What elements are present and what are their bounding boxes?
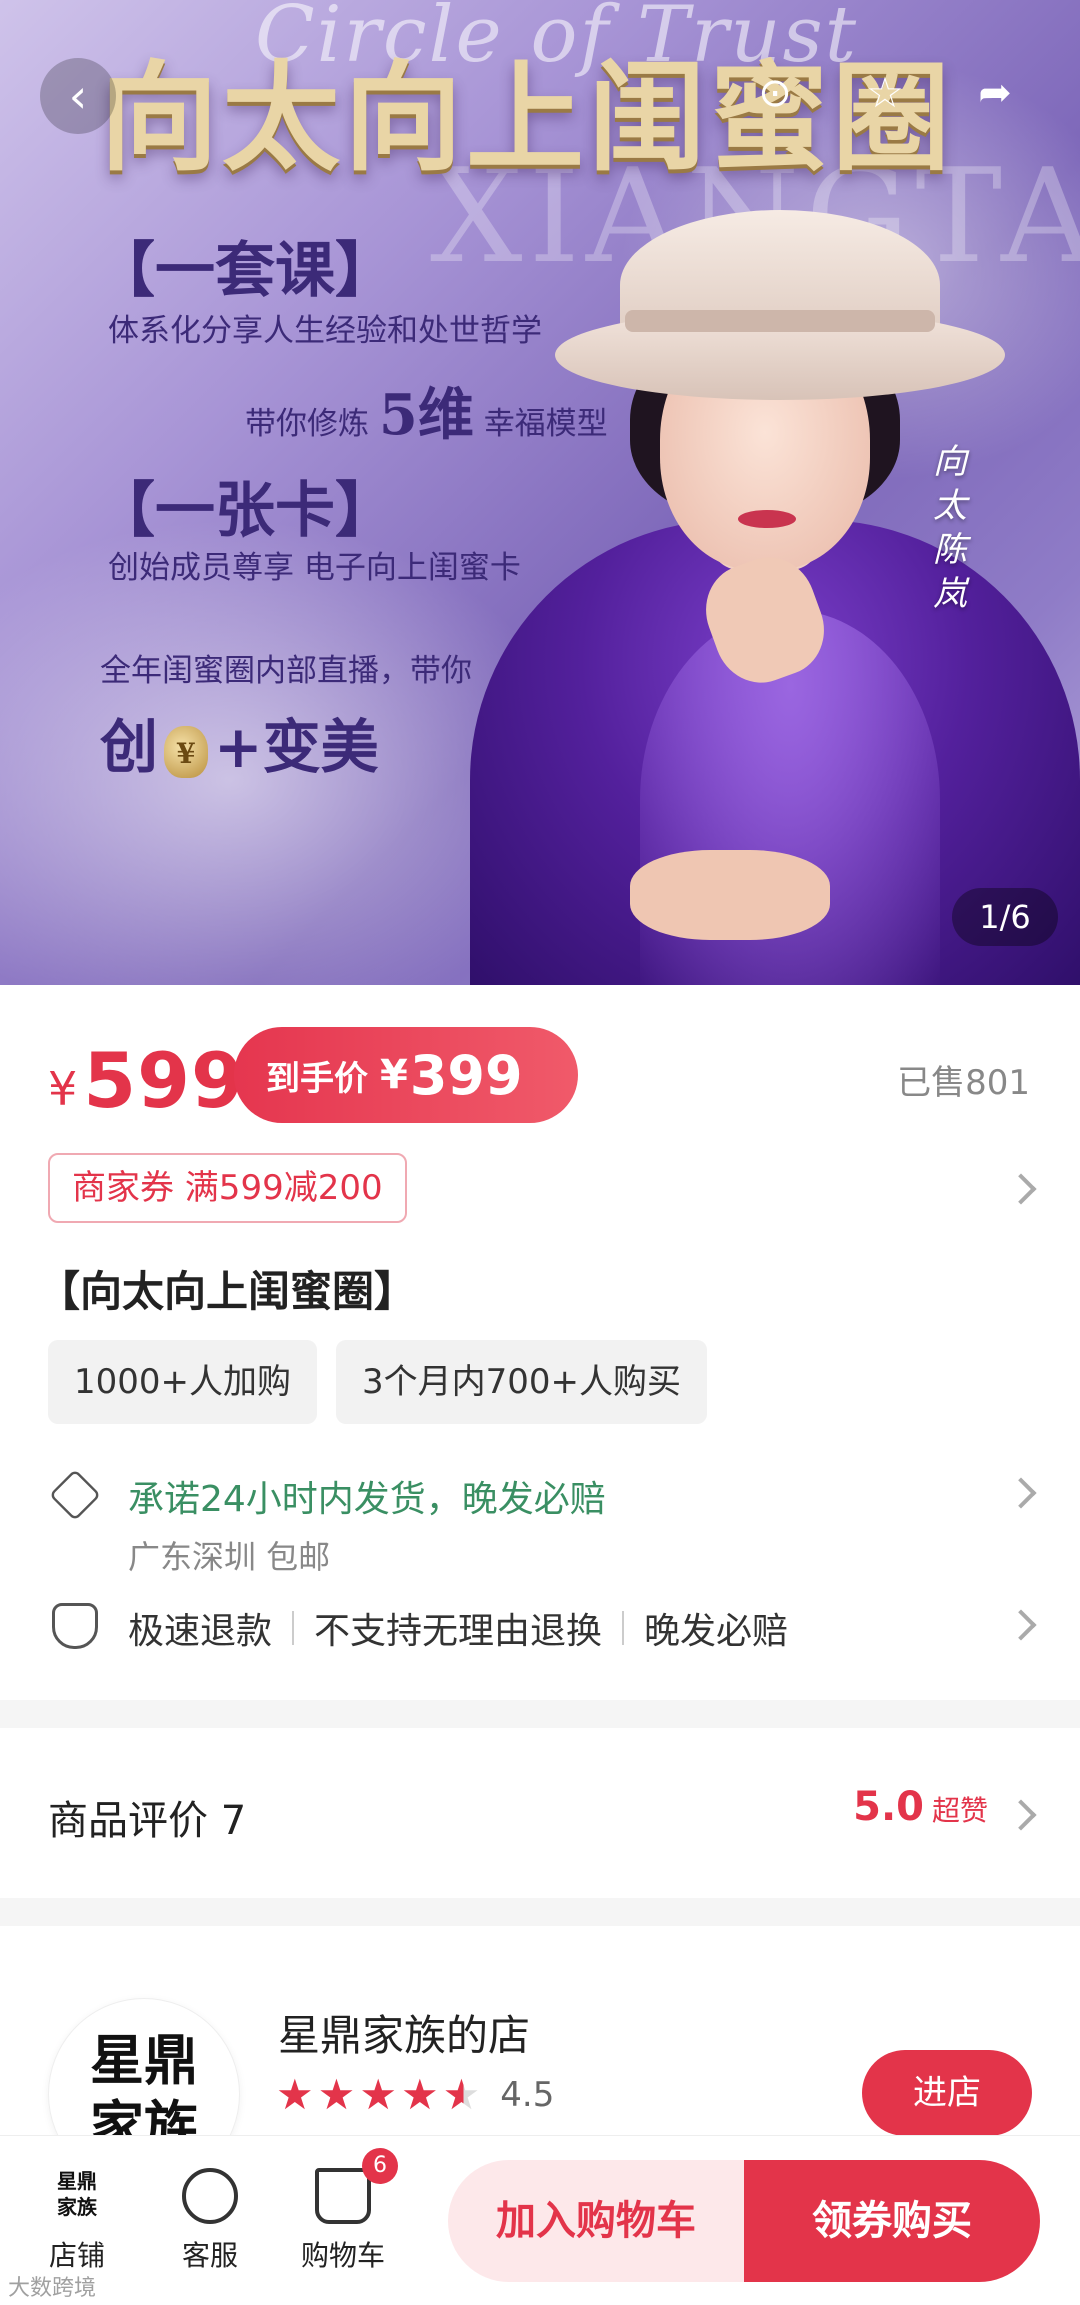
hero-big-line: 创 ¥ +变美: [100, 713, 379, 781]
guarantee-no-return: 不支持无理由退换: [314, 1611, 603, 1652]
watermark: 大数跨境: [8, 2276, 97, 2301]
hero-title: 向太向上闺蜜圈: [100, 48, 955, 187]
service-icon: ⊙: [758, 70, 792, 116]
favorite-button[interactable]: ☆: [850, 58, 920, 128]
shipping-origin: 广东深圳 包邮: [128, 1538, 331, 1576]
star-icon: ★: [317, 2070, 356, 2119]
chat-icon: [182, 2168, 238, 2224]
add-to-cart-button[interactable]: 加入购物车: [448, 2160, 744, 2282]
shipping-promise[interactable]: 承诺24小时内发货，晚发必赔: [128, 1470, 606, 1522]
star-icon: ★: [359, 2070, 397, 2119]
product-title: 【向太向上闺蜜圈】: [38, 1267, 417, 1316]
price-row: ¥ 599: [48, 1035, 245, 1125]
review-score: 5.0 超赞: [853, 1784, 988, 1830]
customer-service-tab[interactable]: 客服: [155, 2168, 265, 2274]
star-icon: ★: [276, 2070, 314, 2119]
customer-service-button[interactable]: ⊙: [740, 58, 810, 128]
enter-shop-button[interactable]: 进店: [862, 2050, 1032, 2136]
shop-rating: 4.5: [500, 2074, 555, 2115]
hero-signature: 向太陈岚: [933, 442, 967, 614]
shop-rating-stars: ★ ★ ★ ★ ★ 4.5: [276, 2070, 554, 2119]
reviews-title: 商品评价 7: [48, 1798, 247, 1844]
back-icon: ‹: [68, 69, 88, 123]
shop-name[interactable]: 星鼎家族的店: [278, 2002, 530, 2063]
share-button[interactable]: ➦: [960, 58, 1030, 128]
money-bag-icon: ¥: [164, 726, 209, 778]
guarantee-fast-refund: 极速退款: [128, 1611, 273, 1652]
guarantee-late-compensation: 晚发必赔: [644, 1611, 789, 1652]
share-icon: ➦: [978, 70, 1012, 116]
cart-count-badge: 6: [362, 2148, 398, 2184]
star-icon: ★: [400, 2070, 439, 2119]
hero-portrait: [460, 190, 1080, 985]
store-tab[interactable]: 星鼎 家族 店铺: [22, 2168, 132, 2274]
star-icon: ☆: [866, 68, 904, 117]
original-price: 599: [83, 1035, 245, 1125]
buy-with-coupon-button[interactable]: 领券购买: [744, 2160, 1040, 2282]
currency-symbol: ¥: [48, 1062, 78, 1116]
hero-course-line: 体系化分享人生经验和处世哲学: [108, 313, 542, 349]
tag-purchase-count: 3个月内700+人购买: [336, 1340, 708, 1424]
star-half-icon: ★: [442, 2070, 481, 2119]
hero-live-line: 全年闺蜜圈内部直播，带你: [100, 653, 472, 689]
hero-course-heading: 【一套课】: [95, 236, 395, 306]
store-icon: 星鼎 家族: [49, 2168, 105, 2224]
hero-card-heading: 【一张卡】: [95, 476, 395, 546]
coupon-tag[interactable]: 商家券 满599减200: [48, 1153, 407, 1223]
tag-add-to-cart-count: 1000+人加购: [48, 1340, 318, 1424]
service-guarantees[interactable]: 极速退款 不支持无理由退换 晚发必赔: [128, 1602, 788, 1654]
cart-icon: [315, 2168, 371, 2224]
sold-count: 已售801: [897, 1063, 1030, 1103]
final-price-badge: 到手价 ¥ 399: [234, 1027, 578, 1123]
hero-course-line: 带你修炼 5维 幸福模型: [245, 382, 608, 448]
shield-check-icon: [52, 1603, 98, 1649]
product-image-carousel[interactable]: Circle of Trust XIANGTAI 向太向上闺蜜圈 【一套课】 体…: [0, 0, 1080, 985]
back-button[interactable]: ‹: [40, 58, 116, 134]
hero-card-line: 创始成员尊享 电子向上闺蜜卡: [108, 550, 521, 586]
image-counter: 1/6: [952, 888, 1058, 946]
